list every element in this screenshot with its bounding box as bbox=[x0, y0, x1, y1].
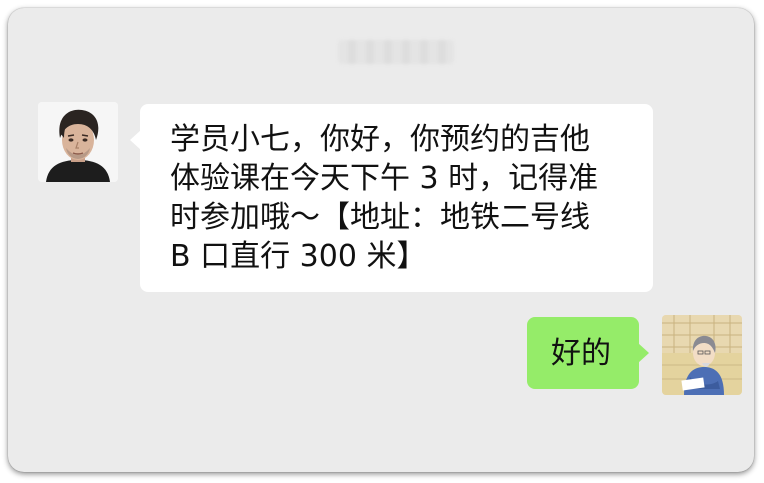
chat-window: 学员小七，你好，你预约的吉他 体验课在今天下午 3 时，记得准 时参加哦～【地址… bbox=[8, 8, 754, 472]
incoming-message-text: 学员小七，你好，你预约的吉他 体验课在今天下午 3 时，记得准 时参加哦～【地址… bbox=[170, 122, 599, 274]
user-avatar[interactable] bbox=[662, 315, 742, 395]
outgoing-message-bubble[interactable]: 好的 bbox=[527, 317, 649, 389]
contact-avatar[interactable] bbox=[38, 102, 118, 182]
cartoon-reader-avatar-icon bbox=[662, 315, 742, 395]
man-portrait-avatar-icon bbox=[38, 102, 118, 182]
message-timestamp bbox=[338, 40, 454, 64]
outgoing-message-text: 好的 bbox=[551, 336, 611, 371]
incoming-message-bubble[interactable]: 学员小七，你好，你预约的吉他 体验课在今天下午 3 时，记得准 时参加哦～【地址… bbox=[130, 104, 653, 292]
